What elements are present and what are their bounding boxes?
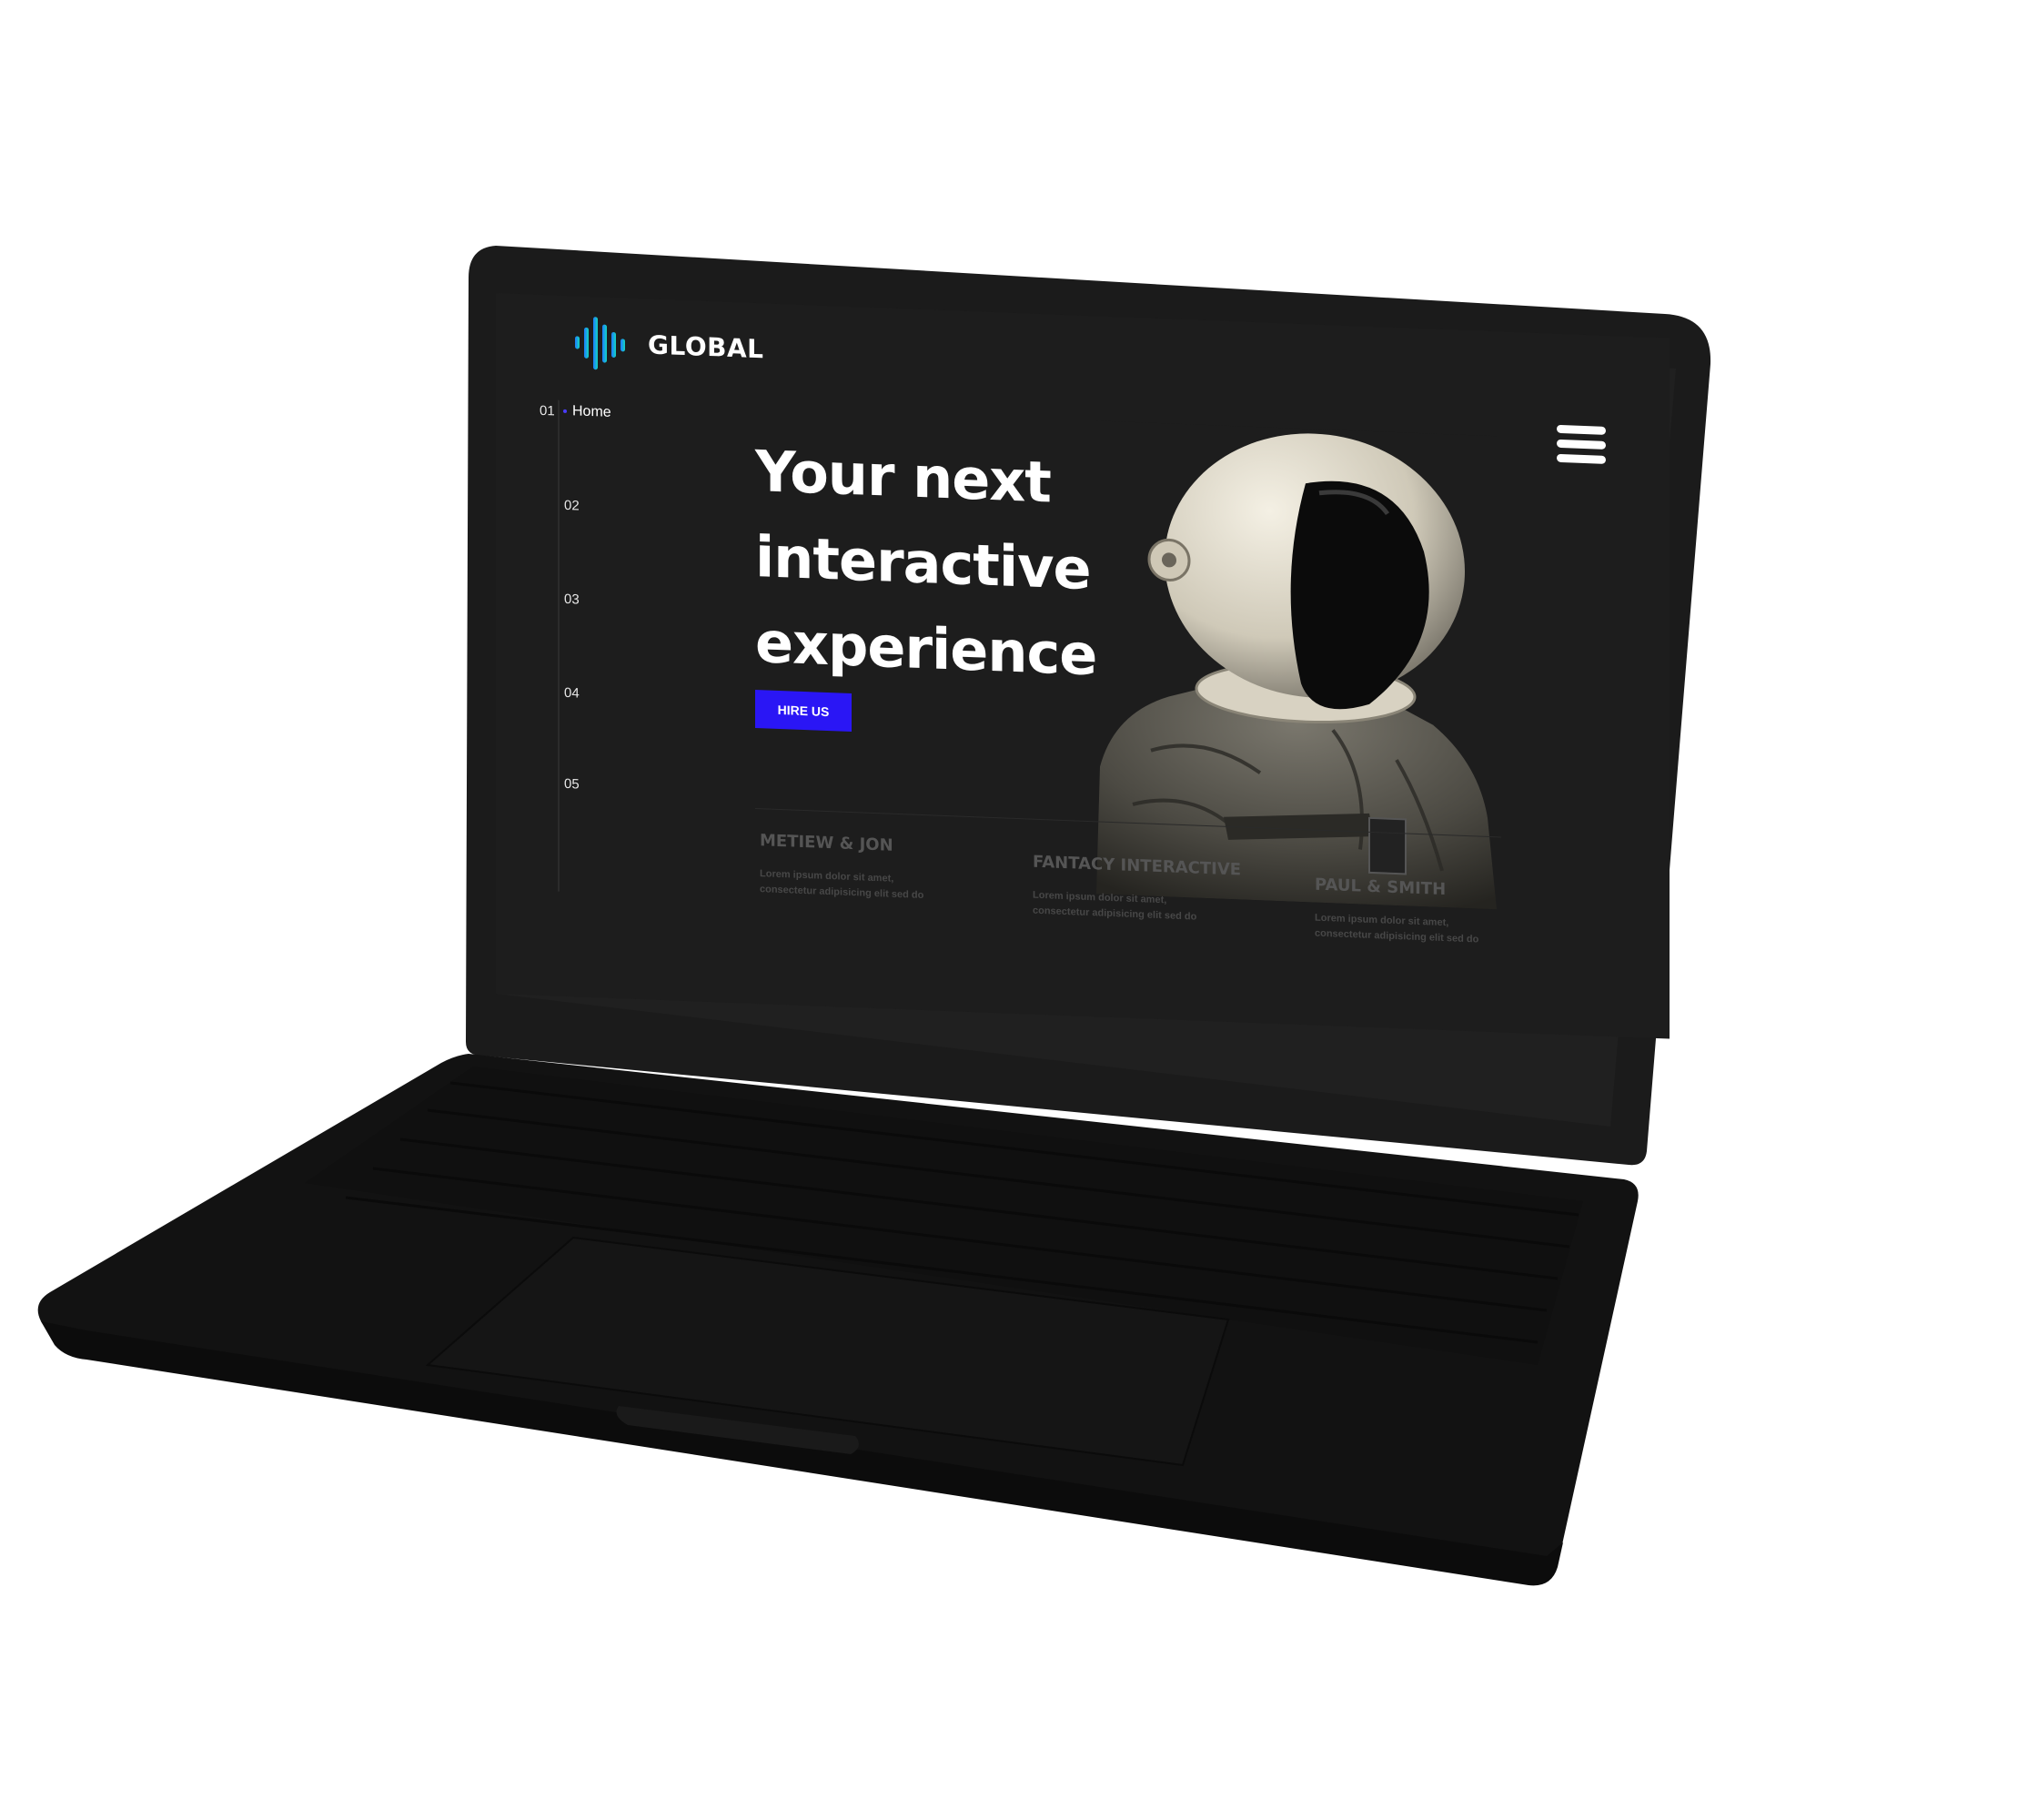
- nav-label: Home: [572, 403, 611, 420]
- astronaut-image: [1096, 420, 1497, 910]
- nav-number: 02: [564, 497, 580, 514]
- nav-item-02[interactable]: 02: [564, 498, 582, 514]
- website-screen: GLOBAL 01 Home 02 03 04 05 Your next int…: [496, 293, 1670, 1039]
- active-dot-icon: [563, 409, 567, 413]
- nav-item-05[interactable]: 05: [564, 776, 582, 793]
- headline-line: Your next: [755, 437, 1051, 516]
- laptop-mockup-scene: GLOBAL 01 Home 02 03 04 05 Your next int…: [0, 0, 2038, 1820]
- hero-headline: Your next interactive experience: [755, 429, 1097, 698]
- nav-item-03[interactable]: 03: [564, 592, 582, 608]
- nav-number: 04: [564, 684, 580, 702]
- hamburger-menu-icon[interactable]: [1557, 424, 1606, 467]
- team-card-text: Lorem ipsum dolor sit amet, consectetur …: [1033, 889, 1197, 923]
- team-card-1: METIEW & JON Lorem ipsum dolor sit amet,…: [760, 831, 951, 905]
- team-card-text: Lorem ipsum dolor sit amet, consectetur …: [760, 868, 924, 902]
- sound-wave-logo-icon: [575, 317, 625, 370]
- team-card-title: METIEW & JON: [760, 831, 893, 855]
- team-card-2: FANTACY INTERACTIVE Lorem ipsum dolor si…: [1033, 853, 1241, 927]
- hire-us-button[interactable]: HIRE US: [755, 689, 852, 733]
- headline-line: experience: [755, 608, 1097, 689]
- brand-logo[interactable]: GLOBAL: [573, 312, 763, 378]
- menu-bar: [1557, 453, 1606, 464]
- nav-item-04[interactable]: 04: [564, 685, 582, 702]
- menu-bar: [1557, 439, 1606, 450]
- nav-number: 03: [564, 591, 580, 608]
- headline-line: interactive: [755, 522, 1091, 603]
- team-card-3: PAUL & SMITH Lorem ipsum dolor sit amet,…: [1315, 875, 1506, 949]
- nav-number: 05: [564, 775, 580, 793]
- nav-number: 01: [540, 402, 555, 419]
- side-nav-line: [558, 399, 560, 892]
- nav-item-01[interactable]: 01 Home: [540, 402, 611, 421]
- team-card-text: Lorem ipsum dolor sit amet, consectetur …: [1315, 912, 1479, 945]
- brand-name: GLOBAL: [648, 329, 764, 364]
- menu-bar: [1557, 424, 1606, 435]
